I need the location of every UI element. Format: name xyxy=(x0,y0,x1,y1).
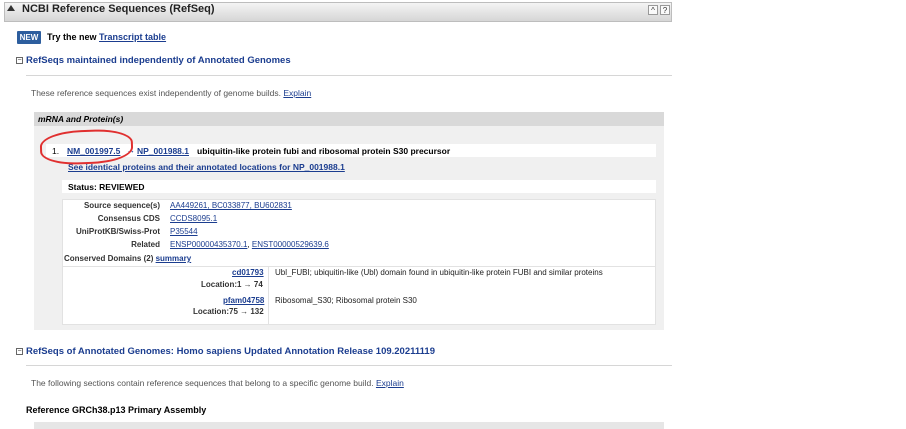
ccds-label: Consensus CDS xyxy=(97,214,160,223)
domains-column-divider xyxy=(268,266,269,324)
source-label: Source sequence(s) xyxy=(83,201,160,210)
uniprot-link[interactable]: P35544 xyxy=(170,227,198,236)
identical-proteins-link[interactable]: See identical proteins and their annotat… xyxy=(68,162,345,172)
section-description: These reference sequences exist independ… xyxy=(31,88,311,98)
collapse-triangle-icon[interactable] xyxy=(7,5,15,11)
conserved-domains-label: Conserved Domains (2) summary xyxy=(64,254,191,263)
domain-description: Ubl_FUBI; ubiquitin-like (Ubl) domain fo… xyxy=(275,268,603,277)
related-separator: , xyxy=(247,240,250,249)
status-text: Status: REVIEWED xyxy=(68,182,145,192)
collapse-toggle-icon[interactable]: − xyxy=(16,57,23,64)
domain-link-pfam04758[interactable]: pfam04758 xyxy=(223,296,264,305)
description-text: These reference sequences exist independ… xyxy=(31,88,281,98)
group-header: mRNA and Protein(s) xyxy=(34,112,664,126)
explain-link[interactable]: Explain xyxy=(376,378,404,388)
entry-description: ubiquitin-like protein fubi and ribosoma… xyxy=(197,146,451,156)
uniprot-label: UniProtKB/Swiss-Prot xyxy=(75,227,160,236)
status-row xyxy=(62,180,656,193)
section-title: RefSeqs maintained independently of Anno… xyxy=(26,55,291,66)
source-sequences-link[interactable]: AA449261, BC033877, BU602831 xyxy=(170,201,292,210)
section-description: The following sections contain reference… xyxy=(31,378,404,388)
ccds-link[interactable]: CCDS8095.1 xyxy=(170,214,217,223)
ensembl-protein-link[interactable]: ENSP00000435370.1 xyxy=(170,240,247,249)
protein-accession-link[interactable]: NP_001988.1 xyxy=(137,146,189,156)
domains-count-label: Conserved Domains (2) xyxy=(64,254,154,263)
collapse-toggle-icon[interactable]: − xyxy=(16,348,23,355)
new-badge: NEW xyxy=(17,31,41,44)
section-title: RefSeqs of Annotated Genomes: Homo sapie… xyxy=(26,346,435,357)
transcript-table-link[interactable]: Transcript table xyxy=(99,32,166,42)
try-label: Try the new xyxy=(47,32,97,42)
domain-location: Location:1 → 74 xyxy=(201,280,263,289)
panel-title: NCBI Reference Sequences (RefSeq) xyxy=(22,3,215,15)
domain-location: Location:75 → 132 xyxy=(193,307,264,316)
assembly-heading: Reference GRCh38.p13 Primary Assembly xyxy=(26,405,207,415)
ensembl-transcript-link[interactable]: ENST00000529639.6 xyxy=(252,240,329,249)
try-new-text: Try the new Transcript table xyxy=(47,32,166,42)
domains-summary-link[interactable]: summary xyxy=(156,254,192,263)
domains-divider xyxy=(62,266,656,267)
help-icon[interactable]: ? xyxy=(660,5,670,15)
assembly-panel-top xyxy=(34,422,664,429)
divider xyxy=(26,365,672,366)
explain-link[interactable]: Explain xyxy=(283,88,311,98)
related-values: ENSP00000435370.1, ENST00000529639.6 xyxy=(170,240,329,249)
domain-link-cd01793[interactable]: cd01793 xyxy=(232,268,264,277)
related-label: Related xyxy=(131,240,160,249)
divider xyxy=(26,75,672,76)
domain-description: Ribosomal_S30; Ribosomal protein S30 xyxy=(275,296,417,305)
move-up-icon[interactable]: ^ xyxy=(648,5,658,15)
description-text: The following sections contain reference… xyxy=(31,378,374,388)
